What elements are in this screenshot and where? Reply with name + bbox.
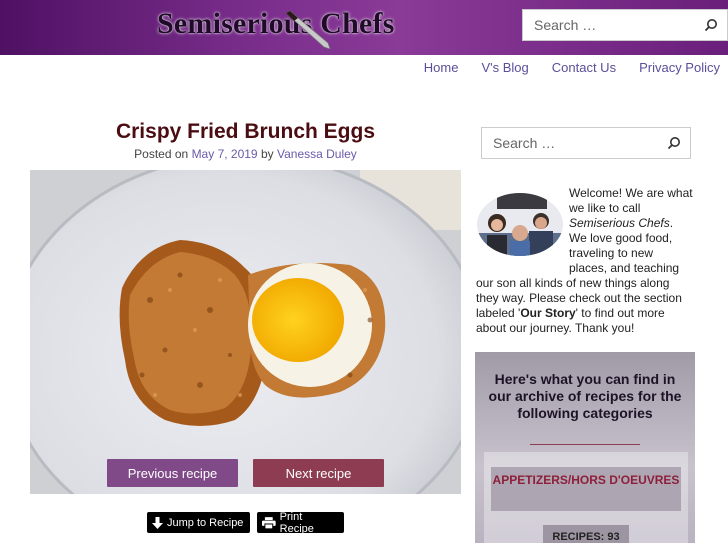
category-label[interactable]: APPETIZERS/HORS D'OEUVRES: [491, 467, 681, 511]
knife-icon: [285, 10, 331, 49]
search-icon: [667, 137, 680, 150]
sidebar-search: [481, 127, 691, 159]
header-search: [522, 9, 728, 41]
site-logo[interactable]: Semiserious Chefs: [157, 7, 395, 49]
main-nav: Home V's Blog Contact Us Privacy Policy: [401, 60, 720, 75]
post-date-link[interactable]: May 7, 2019: [192, 147, 258, 161]
next-recipe-button[interactable]: Next recipe: [253, 459, 384, 487]
recipe-archive-widget: Here's what you can find in our archive …: [475, 352, 695, 543]
welcome-brand: Semiserious Chefs: [569, 216, 670, 230]
archive-heading: Here's what you can find in our archive …: [488, 371, 682, 421]
nav-item-vs-blog[interactable]: V's Blog: [481, 60, 528, 75]
post-title: Crispy Fried Brunch Eggs: [115, 120, 376, 143]
previous-recipe-button[interactable]: Previous recipe: [107, 459, 238, 487]
header-search-button[interactable]: [695, 10, 727, 40]
arrow-down-icon: [152, 516, 163, 529]
family-photo: [477, 193, 563, 256]
posted-on-label: Posted on: [134, 147, 189, 161]
site-header: Semiserious Chefs: [0, 0, 728, 55]
print-recipe-button[interactable]: Print Recipe: [257, 510, 344, 535]
logo-text: Semiserious Chefs: [157, 7, 395, 40]
nav-item-home[interactable]: Home: [424, 60, 459, 75]
our-story-link[interactable]: Our Story: [520, 306, 575, 320]
post-author-link[interactable]: Vanessa Duley: [277, 147, 357, 161]
nav-item-privacy-policy[interactable]: Privacy Policy: [639, 60, 720, 75]
print-recipe-label: Print Recipe: [279, 510, 314, 535]
sidebar-search-input[interactable]: [482, 128, 658, 158]
jump-to-recipe-button[interactable]: Jump to Recipe: [147, 512, 250, 533]
fried-egg-image: [30, 170, 461, 494]
welcome-part-1: Welcome! We are what we like to call: [569, 186, 693, 215]
post-meta: Posted on May 7, 2019 by Vanessa Duley: [30, 147, 461, 161]
nav-item-contact-us[interactable]: Contact Us: [552, 60, 616, 75]
recipe-photo: Previous recipe Next recipe: [30, 170, 461, 494]
by-label: by: [260, 147, 274, 161]
jump-to-recipe-label: Jump to Recipe: [167, 516, 244, 529]
sidebar-search-button[interactable]: [658, 128, 690, 158]
search-icon: [704, 19, 717, 32]
category-count: RECIPES: 93: [543, 525, 629, 543]
archive-divider: [530, 444, 640, 445]
printer-icon: [262, 516, 276, 529]
header-search-input[interactable]: [523, 10, 695, 40]
